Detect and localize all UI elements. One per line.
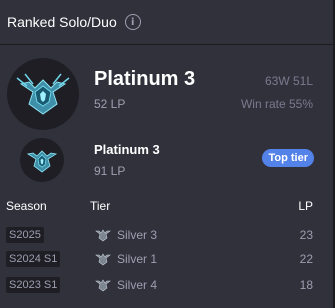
current-lp: 52 LP [94, 97, 126, 111]
row-tier: Silver 4 [117, 278, 158, 292]
table-row: S2025 Silver 3 23 [0, 223, 335, 247]
current-tier: Platinum 3 [94, 68, 196, 90]
season-table-header: Season Tier LP [0, 196, 335, 216]
silver-emblem-icon [95, 253, 111, 266]
platinum-emblem-icon [7, 58, 79, 130]
row-tier: Silver 3 [117, 228, 158, 242]
ranked-card: Ranked Solo/Duo i Platinum 3 52 LP 63W 5… [0, 0, 335, 308]
season-badge: S2023 S1 [6, 277, 61, 293]
win-rate: Win rate 55% [240, 97, 313, 111]
win-loss-record: 63W 51L [264, 74, 313, 88]
tier-column-header: Tier [90, 199, 111, 213]
silver-emblem-icon [95, 229, 111, 242]
row-lp: 18 [299, 278, 313, 292]
table-row: S2024 S1 Silver 1 22 [0, 247, 335, 271]
lp-column-header: LP [298, 199, 313, 213]
silver-emblem-icon [95, 279, 111, 292]
peak-lp: 91 LP [94, 164, 126, 178]
season-badge: S2024 S1 [6, 251, 61, 267]
season-badge: S2025 [6, 227, 44, 243]
row-tier: Silver 1 [117, 252, 158, 266]
ranked-header: Ranked Solo/Duo i [0, 0, 335, 45]
season-column-header: Season [6, 199, 47, 213]
top-tier-badge: Top tier [262, 149, 314, 167]
table-row: S2023 S1 Silver 4 18 [0, 273, 335, 297]
peak-tier: Platinum 3 [94, 142, 160, 157]
platinum-emblem-icon [20, 138, 64, 182]
row-lp: 23 [299, 228, 313, 242]
info-icon[interactable]: i [124, 14, 141, 30]
row-lp: 22 [299, 252, 313, 266]
ranked-title: Ranked Solo/Duo [7, 14, 117, 30]
